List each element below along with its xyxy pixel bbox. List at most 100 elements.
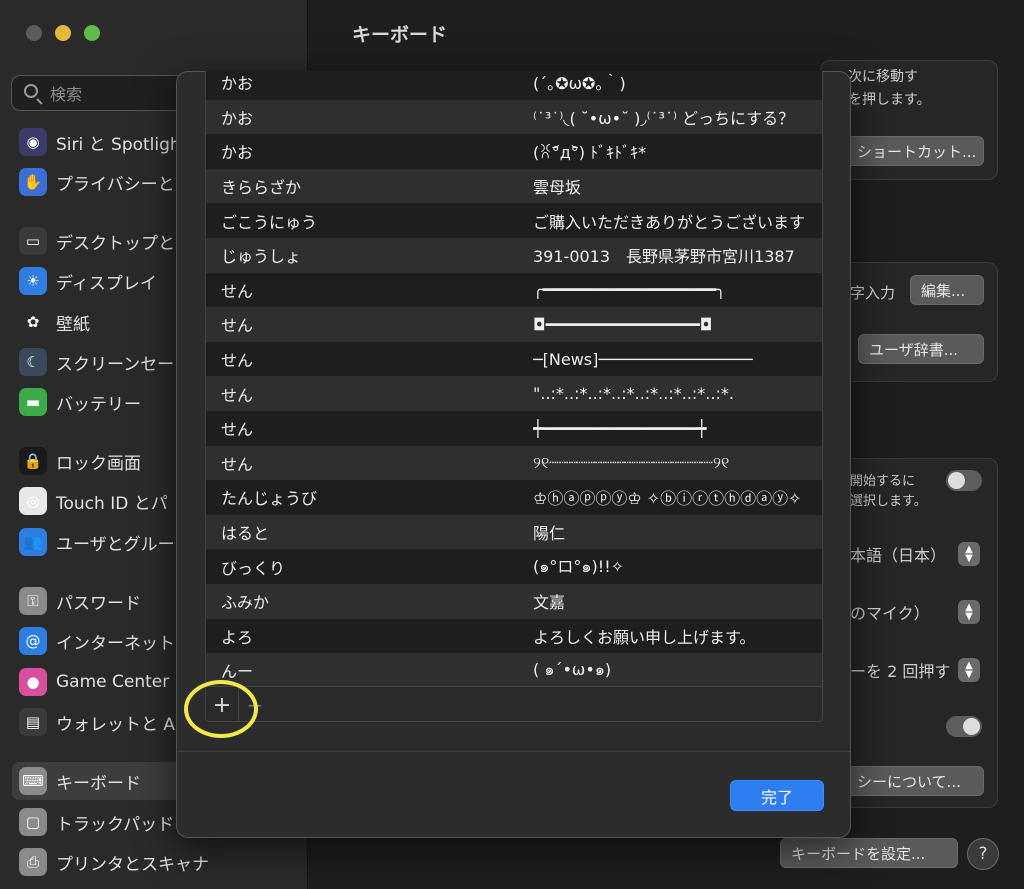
battery-icon: ▬ <box>19 388 47 416</box>
annotation-highlight-circle <box>184 680 258 738</box>
entry-word: 文嘉 <box>533 593 566 613</box>
dictionary-table[interactable]: かお (´｡✪ω✪｡｀) かお ⁽˙³˙⁾◟( ˘•ω•˘ )◞⁽˙³˙⁾ どっちにす… <box>205 71 823 722</box>
table-row[interactable]: びっくり (๑°ロ°๑)!!✧ <box>206 549 822 584</box>
privacy-button[interactable]: シーについて... <box>846 766 984 796</box>
select-text: 選択します。 <box>850 494 927 509</box>
entry-word: ╭━━━━━━━━━━━━━━━━━━╮ <box>533 280 726 300</box>
language-select[interactable]: 本語（日本） <box>850 542 946 566</box>
entry-reading: せん <box>221 454 254 474</box>
table-row[interactable]: せん ╭━━━━━━━━━━━━━━━━━━╮ <box>206 272 822 308</box>
table-row[interactable]: せん ◘━━━━━━━━━━━━━━━━◘ <box>206 307 822 342</box>
entry-reading: かお <box>221 143 254 163</box>
auto-punctuation-toggle[interactable] <box>946 716 982 737</box>
entry-reading: ごこうにゅう <box>221 212 318 232</box>
display-icon: ☀ <box>19 267 47 295</box>
siri-icon: ◉ <box>19 128 47 156</box>
entry-reading: はると <box>221 524 270 544</box>
entry-word: 陽仁 <box>533 524 566 544</box>
entry-word: ┿━━━━━━━━━━━━━━━━┿ <box>533 418 707 438</box>
move-next-text: 次に移動す <box>848 69 918 85</box>
entry-word: (´｡✪ω✪｡｀) <box>533 74 626 94</box>
mic-select-arrows-icon[interactable]: ▲ ▼ <box>958 600 980 624</box>
users-icon: 👥 <box>19 528 47 556</box>
lock-screen-icon: 🔒 <box>19 447 47 475</box>
window-zoom-button[interactable] <box>84 25 100 41</box>
wallet-icon: ▤ <box>19 708 47 736</box>
shortcut-select[interactable]: ーを 2 回押す <box>850 658 950 682</box>
entry-reading: ふみか <box>221 593 270 613</box>
table-row[interactable]: せん "..:*..:*..:*..:*..:*..:*..:*..:*. <box>206 376 822 411</box>
sidebar-item-printer[interactable]: ⎙ プリンタとスキャナ <box>12 843 302 881</box>
entry-reading: せん <box>221 316 254 336</box>
user-dictionary-button[interactable]: ユーザ辞書... <box>858 334 984 364</box>
table-row[interactable]: かお (ꐦ°᷄д°᷅) ﾄﾞｷﾄﾞｷ* <box>206 134 822 169</box>
entry-word: ⁽˙³˙⁾◟( ˘•ω•˘ )◞⁽˙³˙⁾ どっちにする？ <box>533 108 795 128</box>
entry-reading: たんじょうび <box>221 489 318 509</box>
sidebar-item-label: プライバシーと <box>56 174 175 195</box>
window-close-button[interactable] <box>26 25 42 41</box>
entry-word: (๑°ロ°๑)!!✧ <box>533 557 625 577</box>
entry-word: ( ๑´•ω•๑) <box>533 659 612 679</box>
entry-word: 雲母坂 <box>533 178 582 198</box>
table-row[interactable]: たんじょうび ♔ⓗⓐⓟⓟⓨ♔ ✧ⓑⓘⓡⓣⓗⓓⓐⓨ✧ <box>206 480 822 515</box>
start-text: 開始するに <box>850 474 916 489</box>
entry-reading: じゅうしょ <box>221 247 302 267</box>
trackpad-icon: ▢ <box>19 808 47 836</box>
edit-button[interactable]: 編集... <box>910 275 984 305</box>
sidebar-item-label: バッテリー <box>56 394 141 415</box>
table-row[interactable]: きららざか 雲母坂 <box>206 168 822 204</box>
touch-id-icon: ◎ <box>19 487 47 515</box>
printer-icon: ⎙ <box>19 848 47 876</box>
sidebar-item-label: ウォレットと A <box>56 714 176 735</box>
table-row[interactable]: せん ୨୧┈┈┈┈┈┈┈┈┈┈┈┈┈┈┈┈┈୨୧ <box>206 445 822 481</box>
table-row[interactable]: んー ( ๑´•ω•๑) <box>206 653 822 688</box>
table-row[interactable]: ふみか 文嘉 <box>206 584 822 619</box>
entry-word: ୨୧┈┈┈┈┈┈┈┈┈┈┈┈┈┈┈┈┈୨୧ <box>533 452 730 472</box>
entry-word: ご購入いただきありがとうございます <box>533 212 806 232</box>
entry-reading: びっくり <box>221 558 286 578</box>
wallpaper-icon: ✿ <box>19 308 47 336</box>
sidebar-item-label: スクリーンセー <box>56 354 175 375</box>
sidebar-item-label: プリンタとスキャナ <box>56 854 209 875</box>
table-row[interactable]: かお ⁽˙³˙⁾◟( ˘•ω•˘ )◞⁽˙³˙⁾ どっちにする？ <box>206 99 822 135</box>
entry-reading: かお <box>221 108 254 128</box>
sidebar-item-label: トラックパッド <box>56 814 175 835</box>
char-input-text: 字入力 <box>850 284 896 302</box>
table-row[interactable]: よろ よろしくお願い申し上げます。 <box>206 618 822 654</box>
entry-word: (ꐦ°᷄д°᷅) ﾄﾞｷﾄﾞｷ* <box>533 143 647 163</box>
mic-select[interactable]: のマイク） <box>850 600 930 624</box>
shortcut-button[interactable]: ショートカット... <box>846 136 984 166</box>
shortcut-select-arrows-icon[interactable]: ▲ ▼ <box>958 658 980 682</box>
entry-word: ♔ⓗⓐⓟⓟⓨ♔ ✧ⓑⓘⓡⓣⓗⓓⓐⓨ✧ <box>533 489 802 509</box>
sidebar-item-label: Siri と Spotlight <box>56 134 188 155</box>
table-row[interactable]: はると 陽仁 <box>206 514 822 550</box>
table-row[interactable]: せん ─[News]──────────────── <box>206 341 822 377</box>
dialog-divider <box>177 751 850 752</box>
key-icon: ⚿ <box>19 587 47 615</box>
help-button[interactable]: ? <box>967 838 999 870</box>
entry-word: "..:*..:*..:*..:*..:*..:*..:*..:*. <box>533 384 734 404</box>
sidebar-item-label: Touch ID とパ <box>56 493 168 514</box>
entry-word: ◘━━━━━━━━━━━━━━━━◘ <box>533 314 713 334</box>
dictation-toggle[interactable] <box>946 470 982 491</box>
done-button[interactable]: 完了 <box>730 780 824 811</box>
sidebar-item-label: 壁紙 <box>56 314 90 335</box>
table-row[interactable]: ごこうにゅう ご購入いただきありがとうございます <box>206 203 822 238</box>
table-row[interactable]: じゅうしょ 391-0013 長野県茅野市宮川1387 <box>206 238 822 273</box>
entry-reading: よろ <box>221 627 254 647</box>
privacy-hand-icon: ✋ <box>19 168 47 196</box>
entry-reading: せん <box>221 281 254 301</box>
entry-reading: せん <box>221 351 254 371</box>
sidebar-item-label: デスクトップと <box>56 233 175 254</box>
language-select-arrows-icon[interactable]: ▲ ▼ <box>958 542 980 566</box>
table-row[interactable]: かお (´｡✪ω✪｡｀) <box>206 71 822 100</box>
sidebar-item-label: パスワード <box>56 593 141 614</box>
press-text: を押します。 <box>848 92 931 108</box>
table-row[interactable]: せん ┿━━━━━━━━━━━━━━━━┿ <box>206 411 822 446</box>
sidebar-item-label: キーボード <box>56 773 141 794</box>
sidebar-item-label: ユーザとグルー <box>56 534 175 555</box>
keyboard-setup-button[interactable]: キーボードを設定... <box>780 838 958 868</box>
window-minimize-button[interactable] <box>55 25 71 41</box>
entry-word: ─[News]──────────────── <box>533 349 753 369</box>
entry-reading: きららざか <box>221 178 302 198</box>
